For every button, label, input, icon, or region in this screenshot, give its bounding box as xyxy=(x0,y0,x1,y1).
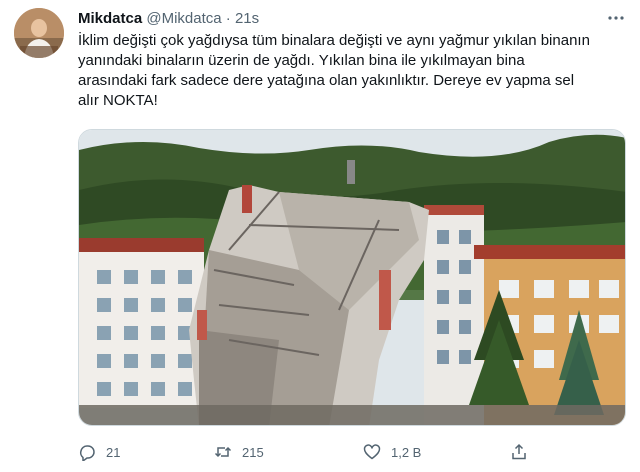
avatar-image xyxy=(14,8,64,58)
tweet-text-line: alır NOKTA! xyxy=(78,92,158,109)
tweet-text: İklim değişti çok yağdıysa tüm binalara … xyxy=(78,31,626,111)
collapsed-building-photo xyxy=(79,130,625,425)
retweet-count: 215 xyxy=(242,444,264,460)
display-name[interactable]: Mikdatca xyxy=(78,10,142,27)
tweet-header: Mikdatca @Mikdatca · 21s xyxy=(78,9,259,29)
user-handle[interactable]: @Mikdatca xyxy=(146,10,221,27)
tweet-text-line: arasındaki fark sadece dere yatağına ola… xyxy=(78,72,575,89)
share-icon xyxy=(512,443,526,460)
heart-icon xyxy=(363,444,381,460)
retweet-icon xyxy=(214,446,232,458)
tweet-text-line: yanındaki binaların üzerin de yağdı. Yık… xyxy=(78,52,525,69)
retweet-button[interactable]: 215 xyxy=(214,440,264,464)
reply-icon xyxy=(79,445,95,461)
tweet-text-line: İklim değişti çok yağdıysa tüm binalara … xyxy=(78,32,590,49)
more-options-button[interactable] xyxy=(604,8,628,28)
tweet-actions: 21 215 1,2 B xyxy=(78,440,626,464)
reply-count: 21 xyxy=(106,444,121,460)
like-button[interactable]: 1,2 B xyxy=(363,440,421,464)
separator-dot: · xyxy=(225,10,231,27)
timestamp[interactable]: 21s xyxy=(235,10,259,27)
tweet-photo[interactable] xyxy=(78,129,626,426)
share-button[interactable] xyxy=(510,440,528,464)
reply-button[interactable]: 21 xyxy=(78,440,120,464)
more-horizontal-icon xyxy=(608,16,624,20)
like-count: 1,2 B xyxy=(391,444,422,460)
avatar[interactable] xyxy=(14,8,64,58)
